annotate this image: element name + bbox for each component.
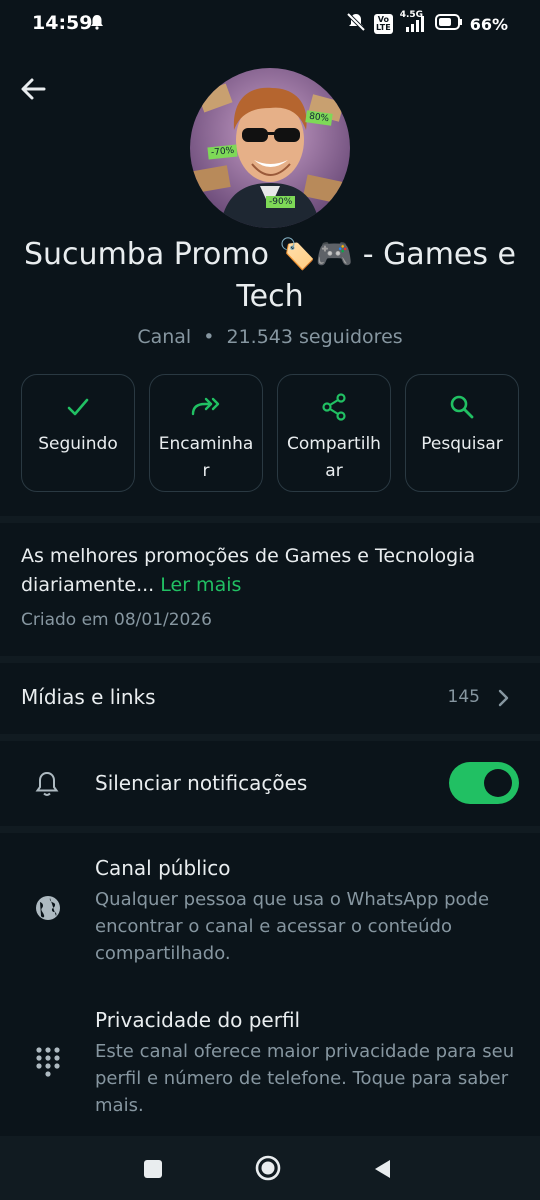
system-nav-bar [0, 1136, 540, 1200]
triangle-back-icon [375, 1160, 390, 1178]
back-button[interactable] [16, 72, 50, 106]
globe-icon [34, 894, 62, 926]
discount-tag: -90% [266, 196, 296, 208]
profile-privacy-title: Privacidade do perfil [95, 1008, 301, 1032]
media-links-label: Mídias e links [21, 685, 156, 709]
status-time: 14:59 [32, 12, 93, 34]
followers-count: 21.543 seguidores [226, 326, 403, 348]
notification-bell-icon [90, 14, 104, 34]
search-label: Pesquisar [421, 434, 503, 454]
separator-dot: • [203, 326, 215, 348]
forward-icon [191, 393, 221, 421]
check-icon [65, 393, 91, 421]
created-date: Criado em 08/01/2026 [21, 610, 213, 630]
description-text: As melhores promoções de Games e Tecnolo… [21, 545, 476, 596]
search-icon [449, 393, 475, 421]
share-icon [320, 393, 348, 421]
home-circle-icon [255, 1155, 281, 1181]
toggle-knob [484, 769, 512, 797]
public-channel-title: Canal público [95, 856, 231, 880]
back-arrow-icon [21, 78, 46, 100]
forward-label: Encaminhar [158, 434, 254, 481]
following-label: Seguindo [38, 434, 118, 454]
square-icon [144, 1160, 162, 1178]
home-button[interactable] [250, 1150, 286, 1186]
media-links-row[interactable]: Mídias e links 145 [0, 668, 540, 732]
mute-toggle[interactable] [449, 762, 519, 804]
public-channel-text: Qualquer pessoa que usa o WhatsApp pode … [95, 889, 490, 964]
status-indicators: Vo LTE 4.5G 66% [345, 10, 508, 36]
profile-privacy-text: Este canal oferece maior privacidade par… [95, 1041, 515, 1116]
mute-notifications-row[interactable]: Silenciar notificações [0, 746, 540, 822]
bell-icon [34, 770, 60, 802]
profile-privacy-row[interactable]: Privacidade do perfil Este canal oferece… [0, 1008, 540, 1118]
channel-type: Canal [137, 326, 192, 348]
channel-description: As melhores promoções de Games e Tecnolo… [21, 542, 521, 600]
public-channel-row[interactable]: Canal público Qualquer pessoa que usa o … [0, 856, 540, 966]
section-divider [0, 656, 540, 663]
forward-button[interactable]: Encaminhar [149, 374, 263, 492]
share-button[interactable]: Compartilhar [277, 374, 391, 492]
status-bar: 14:59 Vo LTE 4.5G 66% [0, 0, 540, 48]
mute-status-icon [345, 12, 367, 36]
channel-name: Sucumba Promo 🏷️🎮 - Games e Tech [24, 237, 516, 314]
section-divider [0, 734, 540, 741]
share-label: Compartilhar [287, 434, 381, 481]
volte-icon: Vo LTE [374, 14, 393, 34]
read-more-link[interactable]: Ler mais [160, 574, 241, 596]
battery-icon [434, 14, 463, 34]
signal-icon: 4.5G [400, 10, 428, 34]
mute-label: Silenciar notificações [95, 771, 308, 795]
back-nav-button[interactable] [366, 1154, 400, 1184]
section-divider [0, 516, 540, 523]
dialpad-icon [34, 1046, 62, 1082]
chevron-right-icon [496, 688, 510, 712]
channel-avatar[interactable]: 80% -70% -90% [190, 68, 350, 228]
battery-percent: 66% [469, 14, 508, 34]
recents-button[interactable] [136, 1154, 170, 1184]
media-count: 145 [447, 687, 480, 707]
action-buttons: Seguindo Encaminhar Compartilhar Pesquis… [21, 374, 519, 492]
search-button[interactable]: Pesquisar [405, 374, 519, 492]
section-divider [0, 826, 540, 833]
channel-subtitle: Canal • 21.543 seguidores [0, 326, 540, 348]
following-button[interactable]: Seguindo [21, 374, 135, 492]
